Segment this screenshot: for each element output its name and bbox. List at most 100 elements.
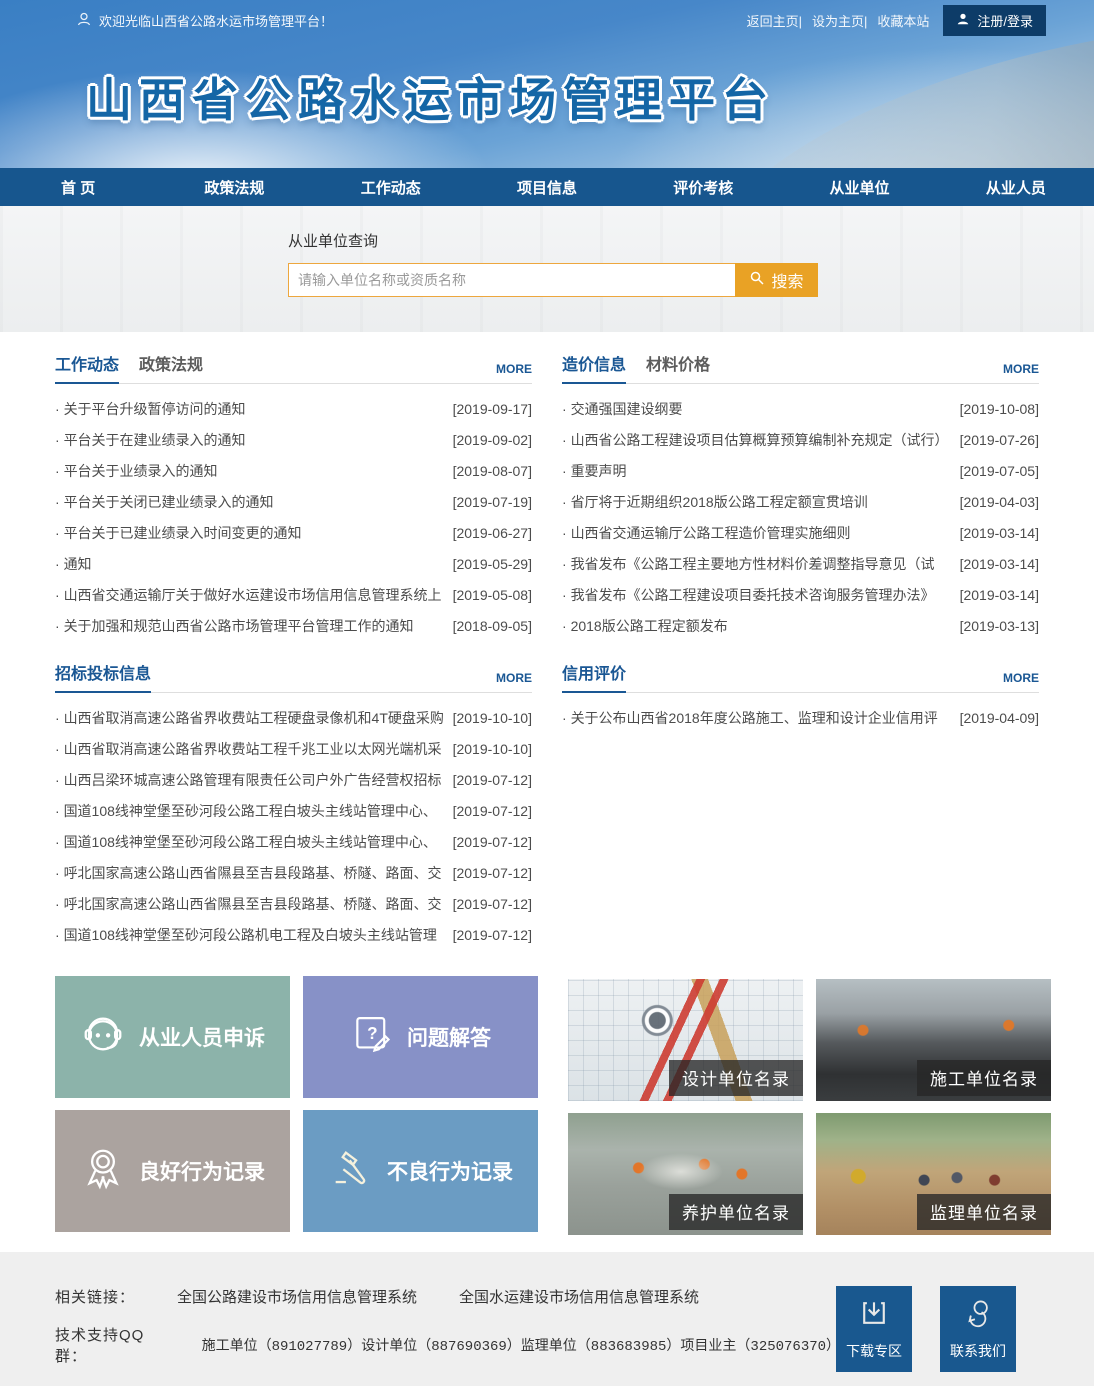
news-title[interactable]: 呼北国家高速公路山西省隰县至吉县段路基、桥隧、路面、交 <box>55 863 447 883</box>
chat-bubbles-icon <box>962 1297 994 1332</box>
list-item: 2018版公路工程定额发布 [2019-03-13] <box>562 610 1039 641</box>
photo-maintenance-directory[interactable]: 养护单位名录 <box>568 1113 803 1235</box>
photo-supervision-directory[interactable]: 监理单位名录 <box>816 1113 1051 1235</box>
directory-gallery: 设计单位名录 施工单位名录 养护单位名录 监理单位名录 <box>568 976 1051 1235</box>
news-title[interactable]: 山西省取消高速公路省界收费站工程硬盘录像机和4T硬盘采购 <box>55 708 447 728</box>
footer-buttons: 下载专区 联系我们 <box>836 1286 1016 1386</box>
register-login-button[interactable]: 注册/登录 <box>943 5 1046 36</box>
tile-bad-records[interactable]: 不良行为记录 <box>303 1110 538 1232</box>
more-link[interactable]: MORE <box>496 671 532 692</box>
related-links-row: 相关链接： 全国公路建设市场信用信息管理系统 全国水运建设市场信用信息管理系统 <box>55 1286 836 1307</box>
list-item: 我省发布《公路工程建设项目委托技术咨询服务管理办法》[2019-03-14] <box>562 579 1039 610</box>
qq-support-label: 技术支持QQ群： <box>55 1324 176 1366</box>
news-title[interactable]: 山西省取消高速公路省界收费站工程千兆工业以太网光端机采 <box>55 739 447 759</box>
tile-good-records[interactable]: 良好行为记录 <box>55 1110 290 1232</box>
link-favorite[interactable]: 收藏本站 <box>877 11 929 30</box>
section-header: 工作动态 政策法规 MORE <box>55 352 532 384</box>
link-national-waterway-credit[interactable]: 全国水运建设市场信用信息管理系统 <box>459 1286 699 1307</box>
news-date: [2019-10-08] <box>960 401 1039 417</box>
section-bidding: 招标投标信息 MORE 山西省取消高速公路省界收费站工程硬盘录像机和4T硬盘采购… <box>55 661 532 950</box>
qq-support-groups: 施工单位（891027789）设计单位（887690369）监理单位（88368… <box>202 1335 836 1355</box>
tab-material-price[interactable]: 材料价格 <box>646 351 710 384</box>
list-item: 呼北国家高速公路山西省隰县至吉县段路基、桥隧、路面、交 [2019-07-12] <box>55 888 532 919</box>
news-title[interactable]: 山西省交通运输厅公路工程造价管理实施细则 <box>562 523 954 543</box>
news-title[interactable]: 通知 <box>55 554 447 574</box>
topbar-links: 返回主页| 设为主页| 收藏本站 注册/登录 <box>747 5 1046 36</box>
user-icon <box>956 12 970 29</box>
list-item: 山西省交通运输厅公路工程造价管理实施细则 [2019-03-14] <box>562 517 1039 548</box>
nav-item-units[interactable]: 从业单位 <box>781 168 937 206</box>
news-title[interactable]: 平台关于在建业绩录入的通知 <box>55 430 447 450</box>
news-title[interactable]: 关于公布山西省2018年度公路施工、监理和设计企业信用评 <box>562 708 954 728</box>
news-title[interactable]: 平台关于已建业绩录入时间变更的通知 <box>55 523 447 543</box>
news-title[interactable]: 重要声明 <box>562 461 954 481</box>
news-date: [2019-03-14] <box>960 525 1039 541</box>
tab-bidding[interactable]: 招标投标信息 <box>55 660 151 693</box>
news-title[interactable]: 山西省公路工程建设项目估算概算预算编制补充规定（试行） <box>562 430 954 450</box>
section-header: 信用评价 MORE <box>562 661 1039 693</box>
news-date: [2019-08-07] <box>453 463 532 479</box>
search-input[interactable] <box>288 263 735 297</box>
banner: 欢迎光临山西省公路水运市场管理平台！ 返回主页| 设为主页| 收藏本站 注册/登… <box>0 0 1094 168</box>
news-title[interactable]: 国道108线神堂堡至砂河段公路机电工程及白坡头主线站管理 <box>55 925 447 945</box>
list-item: 山西省交通运输厅关于做好水运建设市场信用信息管理系统上 [2019-05-08] <box>55 579 532 610</box>
tab-policy[interactable]: 政策法规 <box>139 351 203 384</box>
news-title[interactable]: 交通强国建设纲要 <box>562 399 954 419</box>
news-date: [2019-05-08] <box>453 587 532 603</box>
nav-item-work-news[interactable]: 工作动态 <box>313 168 469 206</box>
news-date: [2018-09-05] <box>453 618 532 634</box>
footer-button-label: 下载专区 <box>846 1341 902 1361</box>
photo-caption: 养护单位名录 <box>669 1194 803 1230</box>
link-set-home[interactable]: 设为主页| <box>812 11 867 30</box>
list-item: 关于加强和规范山西省公路市场管理平台管理工作的通知 [2018-09-05] <box>55 610 532 641</box>
news-date: [2019-05-29] <box>453 556 532 572</box>
news-title[interactable]: 关于平台升级暂停访问的通知 <box>55 399 447 419</box>
question-form-icon: ? <box>350 1012 394 1062</box>
news-title[interactable]: 山西省交通运输厅关于做好水运建设市场信用信息管理系统上 <box>55 585 447 605</box>
contact-us-button[interactable]: 联系我们 <box>940 1286 1016 1372</box>
news-title[interactable]: 2018版公路工程定额发布 <box>562 616 954 636</box>
news-date: [2019-09-17] <box>453 401 532 417</box>
tile-label: 不良行为记录 <box>387 1156 513 1186</box>
more-link[interactable]: MORE <box>496 362 532 383</box>
footer-links-block: 相关链接： 全国公路建设市场信用信息管理系统 全国水运建设市场信用信息管理系统 … <box>55 1286 836 1386</box>
tab-credit[interactable]: 信用评价 <box>562 660 626 693</box>
tile-personnel-appeal[interactable]: 从业人员申诉 <box>55 976 290 1098</box>
nav-item-evaluation[interactable]: 评价考核 <box>625 168 781 206</box>
photo-construction-directory[interactable]: 施工单位名录 <box>816 979 1051 1101</box>
link-return-home[interactable]: 返回主页| <box>747 11 802 30</box>
news-title[interactable]: 省厅将于近期组织2018版公路工程定额宣贯培训 <box>562 492 954 512</box>
news-title[interactable]: 山西吕梁环城高速公路管理有限责任公司户外广告经营权招标 <box>55 770 447 790</box>
photo-design-directory[interactable]: 设计单位名录 <box>568 979 803 1101</box>
list-item: 平台关于在建业绩录入的通知[2019-09-02] <box>55 424 532 455</box>
nav-item-personnel[interactable]: 从业人员 <box>938 168 1094 206</box>
news-date: [2019-10-10] <box>453 741 532 757</box>
nav-item-policy[interactable]: 政策法规 <box>156 168 312 206</box>
news-title[interactable]: 国道108线神堂堡至砂河段公路工程白坡头主线站管理中心、 <box>55 832 447 852</box>
bottom-area: 从业人员申诉 ? 问题解答 <box>55 976 1039 1235</box>
list-item: 省厅将于近期组织2018版公路工程定额宣贯培训[2019-04-03] <box>562 486 1039 517</box>
nav-item-project-info[interactable]: 项目信息 <box>469 168 625 206</box>
news-title[interactable]: 关于加强和规范山西省公路市场管理平台管理工作的通知 <box>55 616 447 636</box>
search-button[interactable]: 搜索 <box>735 263 818 297</box>
news-date: [2019-07-12] <box>453 896 532 912</box>
news-title[interactable]: 我省发布《公路工程建设项目委托技术咨询服务管理办法》 <box>562 585 954 605</box>
list-item: 山西省取消高速公路省界收费站工程千兆工业以太网光端机采 [2019-10-10] <box>55 733 532 764</box>
news-title[interactable]: 国道108线神堂堡至砂河段公路工程白坡头主线站管理中心、 <box>55 801 447 821</box>
news-title[interactable]: 平台关于关闭已建业绩录入的通知 <box>55 492 447 512</box>
news-title[interactable]: 我省发布《公路工程主要地方性材料价差调整指导意见（试 <box>562 554 954 574</box>
news-date: [2019-07-19] <box>453 494 532 510</box>
tile-qa[interactable]: ? 问题解答 <box>303 976 538 1098</box>
news-date: [2019-03-13] <box>960 618 1039 634</box>
tab-work-news[interactable]: 工作动态 <box>55 351 119 384</box>
tab-cost-info[interactable]: 造价信息 <box>562 351 626 384</box>
news-title[interactable]: 呼北国家高速公路山西省隰县至吉县段路基、桥隧、路面、交 <box>55 894 447 914</box>
nav-item-home[interactable]: 首 页 <box>0 168 156 206</box>
download-zone-button[interactable]: 下载专区 <box>836 1286 912 1372</box>
more-link[interactable]: MORE <box>1003 671 1039 692</box>
section-cost-info: 造价信息 材料价格 MORE 交通强国建设纲要 [2019-10-08] 山西省公… <box>562 352 1039 641</box>
more-link[interactable]: MORE <box>1003 362 1039 383</box>
link-national-highway-credit[interactable]: 全国公路建设市场信用信息管理系统 <box>177 1286 417 1307</box>
news-title[interactable]: 平台关于业绩录入的通知 <box>55 461 447 481</box>
qq-support-row: 技术支持QQ群： 施工单位（891027789）设计单位（887690369）监… <box>55 1324 836 1366</box>
